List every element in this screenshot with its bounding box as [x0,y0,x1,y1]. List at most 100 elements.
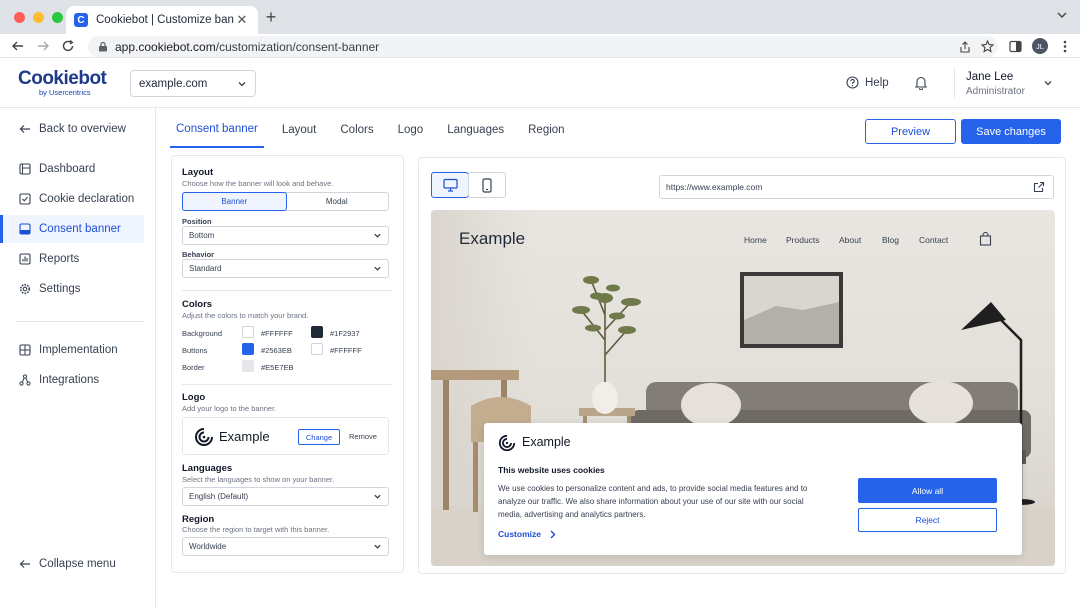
browser-tab[interactable]: C Cookiebot | Customize banner ✕ [66,6,258,34]
mobile-view-button[interactable] [468,172,506,198]
sidebar-item-reports[interactable]: Reports [0,245,144,273]
new-tab-icon[interactable]: + [262,8,280,26]
collapse-label: Collapse menu [39,558,116,570]
site-selector-value: example.com [139,77,208,90]
shopping-bag-icon[interactable] [979,232,992,246]
tab-colors[interactable]: Colors [334,112,379,148]
background-color-label: Background [182,329,223,338]
background-color-swatch[interactable] [242,326,254,338]
tab-languages[interactable]: Languages [441,112,510,148]
reject-button[interactable]: Reject [858,508,997,532]
sidebar-item-dashboard[interactable]: Dashboard [0,155,144,183]
tab-search-chevron-icon[interactable] [1056,9,1068,24]
background-text-color-value: #1F2937 [330,329,360,338]
sidebar-item-implementation[interactable]: Implementation [0,336,144,364]
layout-type-toggle: Banner Modal [182,192,389,211]
position-label: Position [182,217,212,226]
chevron-down-icon [374,494,381,499]
tab-consent-banner[interactable]: Consent banner [170,112,264,148]
region-dropdown[interactable]: Worldwide [182,537,389,556]
gear-icon [18,282,32,296]
user-menu[interactable]: Jane Lee Administrator [966,71,1025,97]
help-link[interactable]: Help [846,76,889,89]
site-nav-home[interactable]: Home [744,235,767,245]
maximize-window-button[interactable] [52,12,63,23]
cookie-consent-banner: Example This website uses cookies We use… [484,423,1022,555]
position-value: Bottom [189,231,215,240]
desktop-view-button[interactable] [431,172,469,198]
close-tab-icon[interactable]: ✕ [234,12,250,28]
languages-dropdown[interactable]: English (Default) [182,487,389,506]
tab-logo[interactable]: Logo [392,112,430,148]
profile-avatar[interactable]: JL [1032,38,1048,54]
browser-menu-icon[interactable] [1057,38,1073,54]
collapse-menu-button[interactable]: Collapse menu [0,550,144,578]
buttons-color-swatch[interactable] [242,343,254,355]
back-label: Back to overview [39,123,126,135]
position-dropdown[interactable]: Bottom [182,226,389,245]
customization-tabs: Consent banner Layout Colors Logo Langua… [170,112,583,148]
example-logo-icon [195,428,213,446]
border-color-swatch[interactable] [242,360,254,372]
save-changes-button[interactable]: Save changes [961,119,1061,144]
site-nav-blog[interactable]: Blog [882,235,899,245]
banner-title: This website uses cookies [498,465,605,475]
buttons-text-color-swatch[interactable] [311,343,323,355]
change-logo-button[interactable]: Change [298,429,340,445]
languages-section-title: Languages [182,463,233,474]
chevron-down-icon [238,81,246,86]
logo-section-desc: Add your logo to the banner. [182,404,277,413]
phone-icon [482,177,492,193]
languages-section-desc: Select the languages to show on your ban… [182,475,335,484]
allow-all-button[interactable]: Allow all [858,478,997,503]
preview-button[interactable]: Preview [865,119,956,144]
forward-arrow-icon[interactable] [35,38,51,54]
colors-section-desc: Adjust the colors to match your brand. [182,311,309,320]
share-icon[interactable] [959,40,971,53]
banner-option-button[interactable]: Banner [182,192,287,211]
side-panel-icon[interactable] [1007,38,1023,54]
user-name: Jane Lee [966,71,1014,83]
sidebar-item-label: Settings [39,283,81,295]
notifications-bell-icon[interactable] [914,75,928,93]
minimize-window-button[interactable] [33,12,44,23]
region-value: Worldwide [189,542,227,551]
preview-panel: https://www.example.com Example Home Pro… [418,157,1066,574]
cookiebot-logo[interactable]: Cookiebot by Usercentrics [18,69,107,97]
tab-region[interactable]: Region [522,112,570,148]
sidebar-item-settings[interactable]: Settings [0,275,144,303]
customize-link[interactable]: Customize [498,529,556,539]
languages-value: English (Default) [189,492,249,501]
arrow-left-icon [18,122,32,136]
site-nav-about[interactable]: About [839,235,861,245]
window-controls [14,12,63,23]
site-info-icon[interactable] [98,41,108,52]
remove-logo-button[interactable]: Remove [349,432,377,441]
site-nav-contact[interactable]: Contact [919,235,948,245]
behavior-dropdown[interactable]: Standard [182,259,389,278]
background-text-color-swatch[interactable] [311,326,323,338]
site-selector-dropdown[interactable]: example.com [130,70,256,97]
preview-url-field[interactable]: https://www.example.com [659,175,1054,199]
layout-section-desc: Choose how the banner will look and beha… [182,179,334,188]
close-window-button[interactable] [14,12,25,23]
chevron-down-icon [374,544,381,549]
reload-icon[interactable] [60,38,76,54]
external-link-icon[interactable] [1033,181,1045,193]
buttons-color-label: Buttons [182,346,208,355]
sidebar-item-consent-banner[interactable]: Consent banner [0,215,144,243]
sidebar-item-integrations[interactable]: Integrations [0,366,144,394]
check-doc-icon [18,192,32,206]
site-nav-products[interactable]: Products [786,235,820,245]
sidebar-item-label: Dashboard [39,163,96,175]
url-field[interactable]: app.cookiebot.com/customization/consent-… [88,36,998,57]
bookmark-star-icon[interactable] [981,40,994,53]
behavior-label: Behavior [182,250,215,259]
sidebar-item-cookie-declaration[interactable]: Cookie declaration [0,185,144,213]
back-arrow-icon[interactable] [10,38,26,54]
user-menu-chevron-icon[interactable] [1043,77,1053,91]
example-logo-icon [498,434,516,452]
back-to-overview-link[interactable]: Back to overview [0,115,144,143]
tab-layout[interactable]: Layout [276,112,323,148]
modal-option-button[interactable]: Modal [286,193,389,210]
